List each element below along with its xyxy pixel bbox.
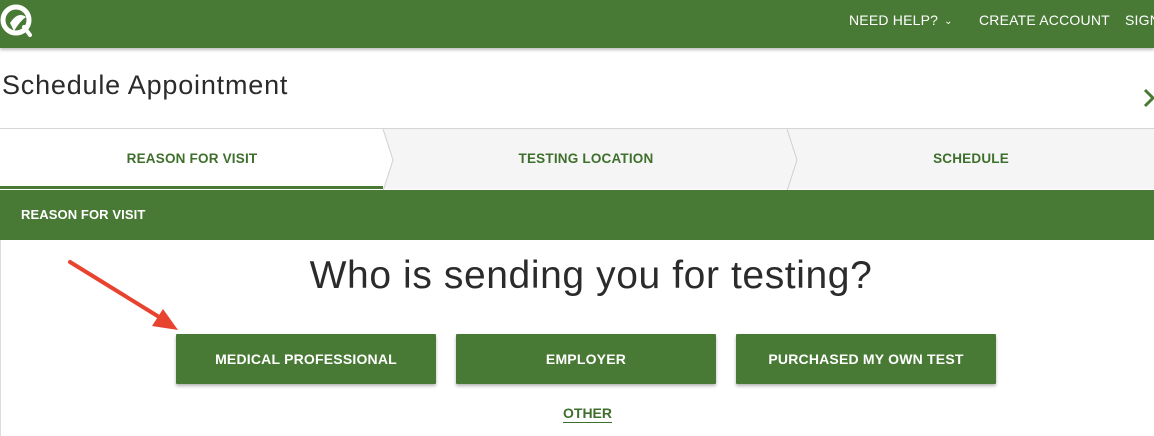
purchased-own-test-button[interactable]: PURCHASED MY OWN TEST [736, 334, 996, 384]
employer-button[interactable]: EMPLOYER [456, 334, 716, 384]
need-help-label: NEED HELP? [849, 12, 939, 28]
top-navigation-bar: NEED HELP? ⌄ CREATE ACCOUNT SIGN [0, 0, 1154, 48]
step-separator-icon [382, 129, 394, 191]
sign-in-link[interactable]: SIGN [1125, 0, 1154, 48]
step-separator-icon [786, 129, 798, 191]
step-testing-location[interactable]: TESTING LOCATION [384, 129, 788, 189]
annotation-arrow-icon [68, 260, 178, 330]
step-schedule[interactable]: SCHEDULE [788, 129, 1154, 189]
page-title: Schedule Appointment [2, 70, 289, 100]
brand-logo-icon[interactable] [0, 3, 36, 39]
chevron-right-icon[interactable] [1142, 88, 1154, 108]
progress-steps: REASON FOR VISIT TESTING LOCATION SCHEDU… [0, 128, 1154, 191]
medical-professional-button[interactable]: MEDICAL PROFESSIONAL [176, 334, 436, 384]
other-link[interactable]: OTHER [563, 404, 612, 423]
create-account-link[interactable]: CREATE ACCOUNT [979, 0, 1110, 48]
section-header: REASON FOR VISIT [0, 190, 1154, 240]
chevron-down-icon: ⌄ [944, 16, 953, 27]
section-title: REASON FOR VISIT [21, 207, 146, 222]
need-help-menu[interactable]: NEED HELP? ⌄ [849, 0, 953, 48]
step-reason-for-visit[interactable]: REASON FOR VISIT [0, 129, 384, 189]
